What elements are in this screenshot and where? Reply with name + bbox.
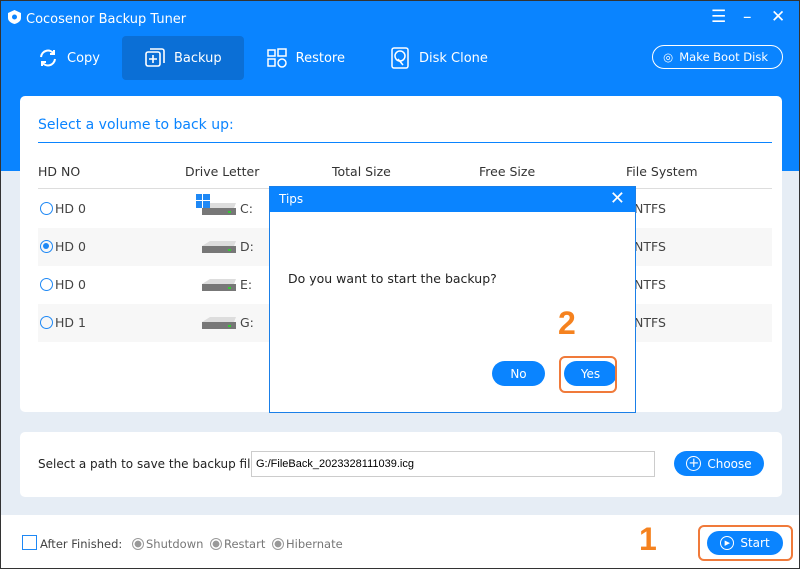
choose-button[interactable]: + Choose (674, 451, 764, 476)
column-file-system: File System (626, 164, 698, 179)
dialog-message: Do you want to start the backup? (288, 271, 497, 286)
make-boot-disk-button[interactable]: ◎ Make Boot Disk (652, 45, 783, 69)
after-finished-label: After Finished: (40, 537, 123, 551)
column-total-size: Total Size (332, 164, 391, 179)
volume-heading: Select a volume to back up: (38, 117, 234, 133)
close-icon[interactable]: ✕ (771, 7, 785, 27)
app-logo-icon (8, 10, 21, 28)
column-drive-letter: Drive Letter (185, 164, 260, 179)
sync-icon (40, 49, 56, 67)
hard-drive-icon (200, 278, 238, 292)
disk-clone-icon (391, 47, 409, 69)
column-free-size: Free Size (479, 164, 536, 179)
hard-drive-icon (200, 240, 238, 254)
hard-drive-icon (200, 316, 238, 330)
file-system: NTFS (634, 239, 666, 254)
row-radio[interactable] (40, 316, 53, 329)
step-2-label: 2 (558, 305, 576, 341)
path-label: Select a path to save the backup file: (38, 457, 262, 471)
option-shutdown[interactable]: Shutdown (132, 537, 203, 551)
row-radio[interactable] (40, 202, 53, 215)
option-hibernate[interactable]: Hibernate (272, 537, 343, 551)
tab-backup[interactable]: Backup (121, 36, 244, 80)
minimize-icon[interactable]: – (743, 7, 752, 27)
path-panel: Select a path to save the backup file: +… (20, 432, 782, 497)
windows-icon (196, 193, 210, 208)
column-hd-no: HD NO (38, 164, 81, 179)
dialog-close-icon[interactable]: ✕ (610, 188, 625, 209)
plus-square-icon (145, 48, 165, 67)
after-finished-checkbox[interactable] (22, 535, 37, 550)
row-radio[interactable] (40, 240, 53, 253)
file-system: NTFS (634, 277, 666, 292)
disc-icon: ◎ (663, 50, 674, 64)
menu-icon[interactable]: ☰ (711, 7, 726, 27)
plus-circle-icon: + (686, 456, 702, 471)
app-window: Cocosenor Backup Tuner ☰ – ✕ Copy Backup… (0, 0, 800, 569)
file-system: NTFS (634, 201, 666, 216)
tab-disk-clone[interactable]: Disk Clone (367, 36, 510, 80)
bottom-bar: After Finished: Shutdown Restart Hiberna… (1, 515, 799, 568)
option-restart[interactable]: Restart (210, 537, 265, 551)
highlight-start (698, 525, 793, 561)
file-system: NTFS (634, 315, 666, 330)
backup-path-input[interactable] (251, 451, 655, 477)
divider (38, 142, 772, 143)
no-button[interactable]: No (492, 361, 545, 386)
highlight-yes (559, 356, 617, 393)
step-1-label: 1 (639, 521, 657, 557)
dialog-title: Tips (279, 192, 304, 206)
app-title: Cocosenor Backup Tuner (8, 10, 186, 28)
restore-icon (266, 48, 287, 68)
main-nav: Copy Backup Restore Disk Clone (1, 36, 510, 80)
hard-drive-icon (196, 193, 238, 216)
tab-copy[interactable]: Copy (15, 36, 122, 80)
row-radio[interactable] (40, 278, 53, 291)
tab-restore[interactable]: Restore (244, 36, 367, 80)
